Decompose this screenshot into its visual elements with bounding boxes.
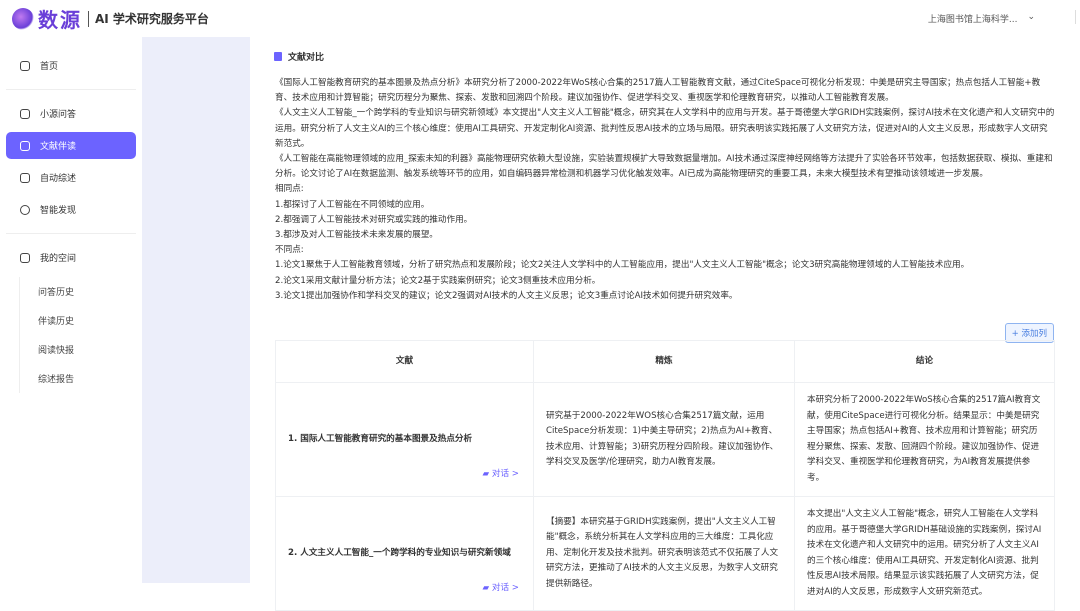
sidebar-item-home[interactable]: 首页	[6, 52, 136, 79]
org-name: 上海图书馆上海科学...	[927, 15, 1018, 25]
top-bar: 数源 AI 学术研究服务平台 上海图书馆上海科学... ⌄	[0, 0, 1080, 37]
page-title: 文献对比	[274, 50, 324, 63]
compass-icon	[20, 204, 30, 215]
logo-divider	[88, 10, 89, 27]
refine-cell: 【摘要】本研究基于GRIDH实践案例，提出"人文主义人工智能"概念，系统分析其在…	[533, 496, 795, 611]
sidebar-item-discover[interactable]: 智能发现	[6, 196, 136, 223]
nav-label: 智能发现	[40, 206, 77, 216]
sidebar-subitem-review-report[interactable]: 综述报告	[20, 364, 142, 393]
title-text: 文献对比	[288, 53, 325, 63]
similarity-item: 2.都强调了人工智能技术对研究或实践的推动作用。	[275, 214, 473, 225]
nav-label: 自动综述	[40, 174, 77, 184]
paragraph: 《人工智能在高能物理领域的应用_探索未知的利器》高能物理研究依赖大型设施，实验装…	[275, 154, 1053, 180]
similarity-item: 3.都涉及对人工智能技术未来发展的展望。	[275, 230, 438, 241]
doc-cell: 1. 国际人工智能教育研究的基本图景及热点分析 ▰ 对话 >	[275, 382, 534, 497]
conclusion-cell: 本文提出"人文主义人工智能"概念，研究人工智能在人文学科的应用。基于哥德堡大学G…	[794, 496, 1055, 611]
paragraph: 《人文主义人工智能_一个跨学科的专业知识与研究新领域》本文提出"人文主义人工智能…	[275, 108, 1055, 149]
logo-icon	[12, 7, 34, 30]
column-header: 精炼	[533, 340, 795, 383]
chat-icon	[20, 108, 30, 119]
conclusion-cell: 本研究分析了2000-2022年WoS核心合集的2517篇AI教育文献，使用Ci…	[794, 382, 1055, 497]
comparison-table: 文献 精炼 结论 1. 国际人工智能教育研究的基本图景及热点分析 ▰ 对话 > 研…	[275, 340, 1055, 611]
table-header: 文献 精炼 结论	[275, 340, 1055, 383]
sidebar-subitem-qa-history[interactable]: 问答历史	[20, 277, 142, 306]
refine-cell: 研究基于2000-2022年WOS核心合集2517篇文献，运用CiteSpace…	[533, 382, 795, 497]
difference-item: 2.论文1采用文献计量分析方法；论文2基于实践案例研究；论文3侧重技术应用分析。	[275, 275, 601, 286]
chat-label: 对话 >	[491, 582, 519, 593]
table-row: 1. 国际人工智能教育研究的基本图景及热点分析 ▰ 对话 > 研究基于2000-2…	[275, 382, 1055, 497]
chat-link[interactable]: ▰ 对话 >	[483, 467, 519, 483]
difference-item: 3.论文1提出加强协作和学科交叉的建议；论文2强调对AI技术的人文主义反思；论文…	[275, 290, 738, 301]
differences-heading: 不同点:	[275, 245, 304, 256]
column-header: 结论	[794, 340, 1055, 383]
review-icon	[20, 172, 30, 183]
sidebar-subitem-reading-brief[interactable]: 阅读快报	[20, 335, 142, 364]
similarities-heading: 相同点:	[275, 184, 304, 195]
main-content: 文献对比 《国际人工智能教育研究的基本图景及热点分析》本研究分析了2000-20…	[250, 37, 1070, 611]
sidebar-item-my-space[interactable]: 我的空间	[6, 244, 136, 271]
comparison-text: 《国际人工智能教育研究的基本图景及热点分析》本研究分析了2000-2022年Wo…	[275, 76, 1055, 304]
sidebar: 首页 小源问答 文献伴读 自动综述 智能发现 我的空间 问答历史 伴读历史 阅读…	[0, 37, 142, 583]
nav-label: 我的空间	[40, 254, 77, 264]
doc-cell: 2. 人文主义人工智能_一个跨学科的专业知识与研究新领域 ▰ 对话 >	[275, 496, 534, 611]
column-header: 文献	[275, 340, 534, 383]
divider	[6, 233, 136, 234]
nav-label: 文献伴读	[40, 142, 77, 152]
home-icon	[20, 60, 30, 71]
logo-text: 数源	[38, 8, 82, 32]
doc-title[interactable]: 1. 国际人工智能教育研究的基本图景及热点分析	[288, 434, 472, 444]
similarity-item: 1.都探讨了人工智能在不同领域的应用。	[275, 199, 430, 210]
doc-title[interactable]: 2. 人文主义人工智能_一个跨学科的专业知识与研究新领域	[288, 548, 511, 558]
nav-label: 小源问答	[40, 110, 77, 120]
edit-document-icon	[274, 52, 282, 61]
paragraph: 《国际人工智能教育研究的基本图景及热点分析》本研究分析了2000-2022年Wo…	[275, 78, 1041, 104]
nav-label: 首页	[40, 62, 59, 72]
sidebar-subitem-reading-history[interactable]: 伴读历史	[20, 306, 142, 335]
difference-item: 1.论文1聚焦于人工智能教育领域，分析了研究热点和发展阶段；论文2关注人文学科中…	[275, 260, 970, 271]
cube-icon	[20, 252, 30, 263]
sidebar-item-review[interactable]: 自动综述	[6, 164, 136, 191]
side-panel	[142, 37, 250, 583]
logo[interactable]: 数源 AI 学术研究服务平台	[12, 4, 209, 33]
divider	[1075, 10, 1076, 24]
org-selector[interactable]: 上海图书馆上海科学... ⌄	[928, 12, 1035, 25]
platform-subtitle: AI 学术研究服务平台	[95, 12, 209, 26]
table-row: 2. 人文主义人工智能_一个跨学科的专业知识与研究新领域 ▰ 对话 > 【摘要】本…	[275, 496, 1055, 611]
chevron-down-icon: ⌄	[1027, 12, 1035, 22]
divider	[6, 89, 136, 90]
sidebar-item-qa[interactable]: 小源问答	[6, 100, 136, 127]
document-ai-icon	[20, 140, 30, 151]
chat-label: 对话 >	[491, 468, 519, 479]
sidebar-item-reading[interactable]: 文献伴读	[6, 132, 136, 159]
